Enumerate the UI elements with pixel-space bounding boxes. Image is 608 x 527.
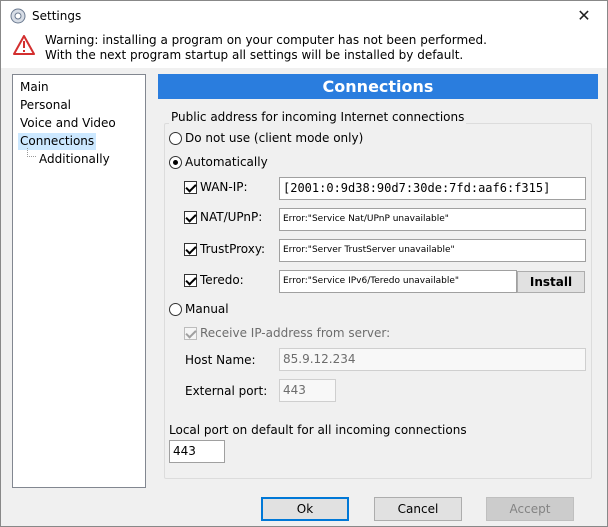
warning-text-line2: With the next program startup all settin…: [45, 48, 464, 62]
window-title: Settings: [32, 9, 82, 23]
tree-item-additionally[interactable]: Additionally: [37, 151, 112, 168]
wan-ip-label[interactable]: WAN-IP:: [200, 180, 248, 194]
tree-item-personal[interactable]: Personal: [18, 97, 73, 114]
radio-automatically[interactable]: [169, 156, 182, 169]
receive-ip-label: Receive IP-address from server:: [200, 326, 391, 340]
radio-manual-label[interactable]: Manual: [185, 302, 229, 316]
panel-title: Connections: [158, 74, 598, 99]
ok-button[interactable]: Ok: [261, 497, 349, 521]
host-name-label: Host Name:: [185, 353, 256, 367]
warning-text-line1: Warning: installing a program on your co…: [45, 33, 487, 47]
tree-connector-line: [27, 148, 36, 157]
tree-item-main[interactable]: Main: [18, 79, 51, 96]
teredo-field[interactable]: Error:"Service IPv6/Teredo unavailable": [279, 270, 517, 293]
checkbox-nat-upnp[interactable]: [184, 211, 197, 224]
trustproxy-field[interactable]: Error:"Server TrustServer unavailable": [279, 239, 586, 262]
local-port-label: Local port on default for all incoming c…: [169, 423, 467, 437]
title-bar: Settings ✕: [1, 1, 607, 31]
external-port-label: External port:: [185, 384, 268, 398]
settings-app-icon: [10, 8, 26, 24]
nat-upnp-label[interactable]: NAT/UPnP:: [200, 210, 262, 224]
warning-banner: Warning: installing a program on your co…: [1, 31, 607, 68]
host-name-field: 85.9.12.234: [279, 348, 586, 371]
teredo-label[interactable]: Teredo:: [200, 273, 244, 287]
nat-upnp-field[interactable]: Error:"Service Nat/UPnP unavailable": [279, 208, 586, 231]
tree-item-voice-and-video[interactable]: Voice and Video: [18, 115, 118, 132]
local-port-field[interactable]: 443: [169, 440, 225, 463]
trustproxy-label[interactable]: TrustProxy:: [200, 242, 265, 256]
settings-window: Settings ✕ Warning: installing a program…: [0, 0, 608, 527]
checkbox-teredo[interactable]: [184, 274, 197, 287]
public-address-caption: Public address for incoming Internet con…: [169, 110, 467, 124]
radio-do-not-use[interactable]: [169, 132, 182, 145]
cancel-button[interactable]: Cancel: [374, 497, 462, 521]
external-port-field: 443: [279, 379, 336, 402]
close-button[interactable]: ✕: [561, 1, 607, 31]
checkbox-trustproxy[interactable]: [184, 243, 197, 256]
wan-ip-field[interactable]: [2001:0:9d38:90d7:30de:7fd:aaf6:f315]: [279, 177, 586, 200]
radio-do-not-use-label[interactable]: Do not use (client mode only): [185, 131, 363, 145]
settings-tree: Main Personal Voice and Video Connection…: [12, 74, 146, 488]
accept-button[interactable]: Accept: [486, 497, 574, 521]
radio-manual[interactable]: [169, 303, 182, 316]
radio-automatically-label[interactable]: Automatically: [185, 155, 268, 169]
checkbox-receive-ip: [184, 327, 197, 340]
install-button[interactable]: Install: [517, 271, 585, 293]
warning-icon: [13, 35, 35, 55]
checkbox-wan-ip[interactable]: [184, 181, 197, 194]
